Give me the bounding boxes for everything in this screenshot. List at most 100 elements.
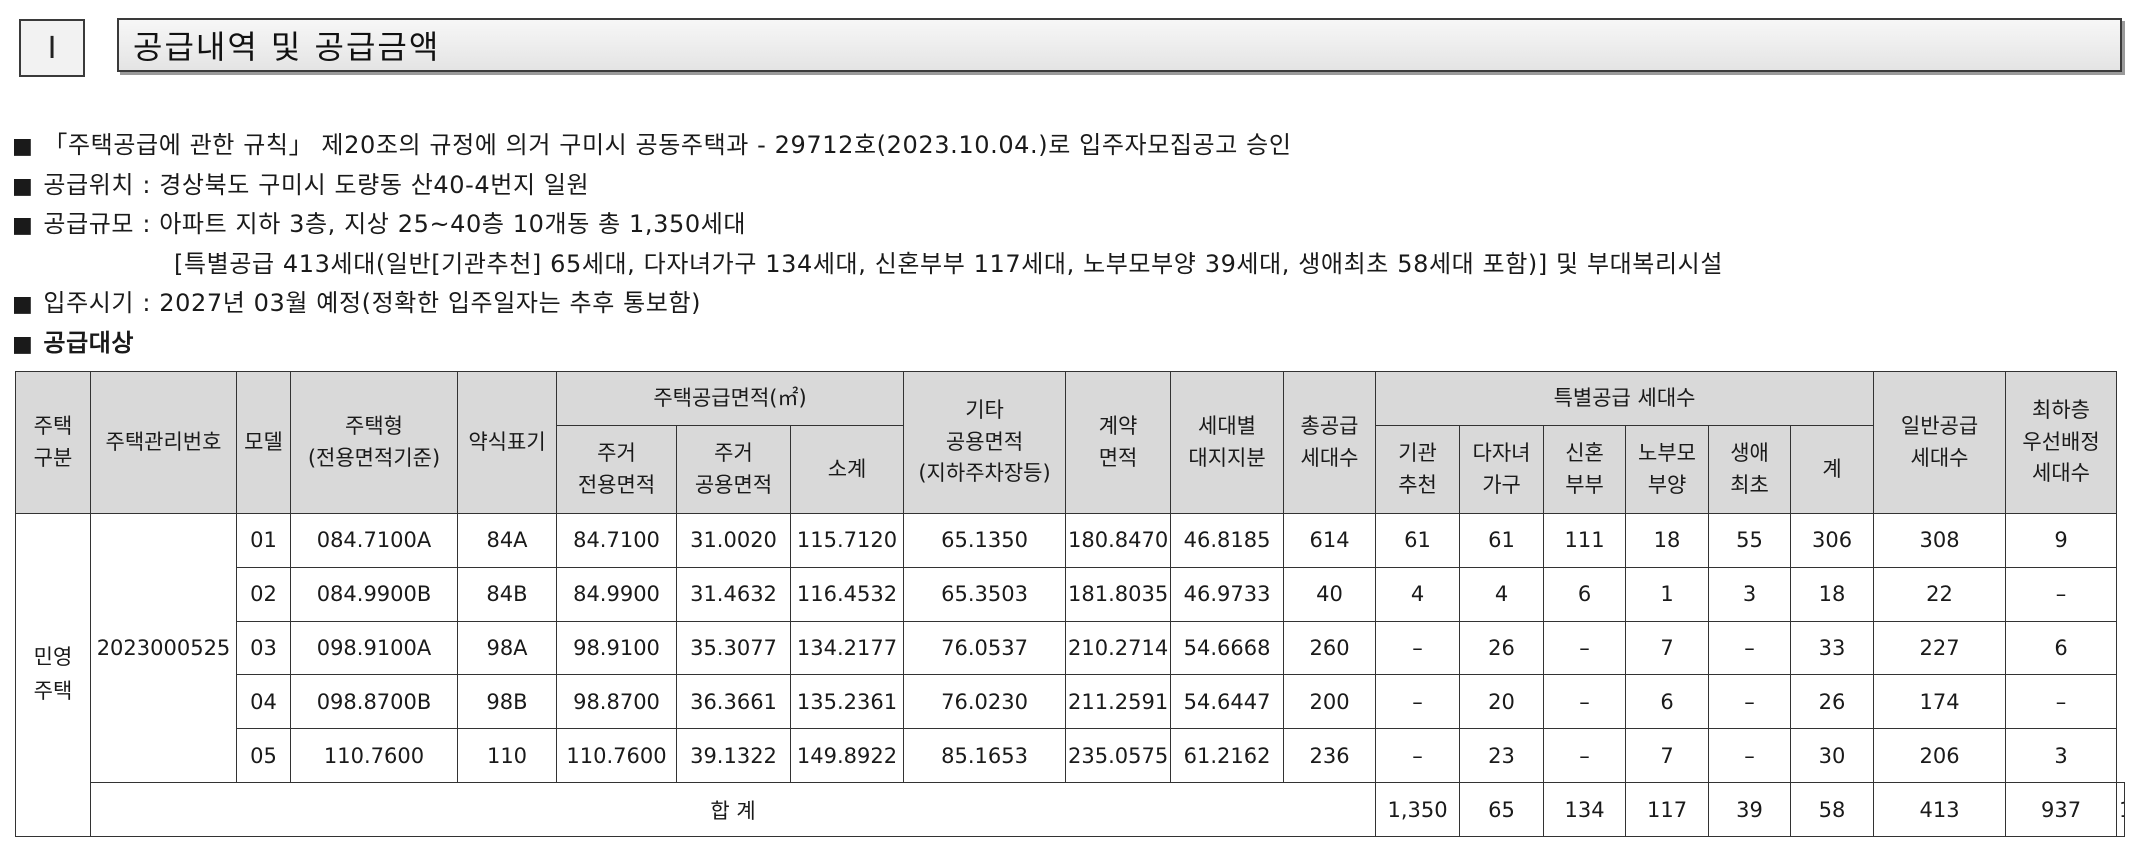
- contract-area-cell: 211.2591: [1065, 674, 1172, 730]
- exclusive-area-cell: 110.7600: [556, 728, 677, 784]
- notice-item-scale-detail: [특별공급 413세대(일반[기관추천] 65세대, 다자녀가구 134세대, …: [12, 245, 2128, 285]
- table-row: 04 098.8700B 98B 98.8700 36.3661 135.236…: [16, 674, 2125, 730]
- sp-multichild-cell: 61: [1459, 513, 1545, 568]
- header-sp-newlywed: 신혼 부부: [1543, 425, 1627, 514]
- sp-parents-sum-cell: 39: [1708, 782, 1792, 837]
- sp-newlywed-cell: 6: [1543, 566, 1627, 622]
- sp-newlywed-cell: –: [1543, 674, 1627, 730]
- header-common-area: 주거 공용면적: [676, 425, 791, 514]
- house-type-cell: 084.7100A: [290, 513, 458, 568]
- sp-multichild-cell: 20: [1459, 674, 1545, 730]
- header-other-common: 기타 공용면적 (지하주차장등): [903, 371, 1067, 514]
- section-title: 공급내역 및 공급금액: [117, 18, 2122, 72]
- sp-institution-cell: 61: [1375, 513, 1461, 568]
- short-mark-cell: 98B: [457, 674, 557, 730]
- sp-parents-cell: 7: [1625, 620, 1710, 676]
- contract-area-cell: 180.8470: [1065, 513, 1172, 568]
- exclusive-area-cell: 98.9100: [556, 620, 677, 676]
- contract-area-cell: 210.2714: [1065, 620, 1172, 676]
- total-units-cell: 614: [1283, 513, 1377, 568]
- common-area-cell: 31.4632: [676, 566, 791, 622]
- sp-total-sum-cell: 413: [1873, 782, 2007, 837]
- sp-firsttime-cell: 3: [1708, 566, 1792, 622]
- other-common-cell: 65.1350: [903, 513, 1067, 568]
- header-sp-parents: 노부모 부양: [1625, 425, 1710, 514]
- header-housing-type: 주택 구분: [15, 371, 91, 514]
- sp-parents-cell: 1: [1625, 566, 1710, 622]
- sp-institution-cell: –: [1375, 728, 1461, 784]
- notice-text: 입주시기 : 2027년 03월 예정(정확한 입주일자는 추후 통보함): [43, 289, 702, 318]
- header-contract-area: 계약 면적: [1065, 371, 1172, 514]
- lowest-floor-cell: –: [2005, 566, 2118, 622]
- land-share-cell: 54.6668: [1170, 620, 1285, 676]
- model-cell: 02: [236, 566, 291, 622]
- notice-item-approval: ■ 「주택공급에 관한 규칙」 제20조의 규정에 의거 구미시 공동주택과 - …: [12, 126, 2128, 166]
- short-mark-cell: 110: [457, 728, 557, 784]
- notice-item-location: ■ 공급위치 : 경상북도 구미시 도량동 산40-4번지 일원: [12, 166, 2128, 206]
- sp-firsttime-cell: –: [1708, 620, 1792, 676]
- short-mark-cell: 84A: [457, 513, 557, 568]
- total-label-cell: 합 계: [89, 782, 1377, 837]
- total-units-cell: 200: [1283, 674, 1377, 730]
- header-exclusive-area: 주거 전용면적: [556, 425, 677, 514]
- land-share-cell: 46.9733: [1170, 566, 1285, 622]
- header-sp-multichild: 다자녀 가구: [1459, 425, 1545, 514]
- notice-text: 공급대상: [43, 328, 135, 357]
- total-units-sum-cell: 1,350: [1375, 782, 1461, 837]
- bullet-marker: ■: [12, 292, 34, 318]
- other-common-cell: 76.0230: [903, 674, 1067, 730]
- notice-item-move-in: ■ 입주시기 : 2027년 03월 예정(정확한 입주일자는 추후 통보함): [12, 284, 2128, 324]
- general-units-cell: 308: [1873, 513, 2007, 568]
- sp-newlywed-cell: –: [1543, 728, 1627, 784]
- header-sp-institution: 기관 추천: [1375, 425, 1461, 514]
- short-mark-cell: 84B: [457, 566, 557, 622]
- notice-item-target: ■ 공급대상: [12, 324, 2128, 364]
- exclusive-area-cell: 84.9900: [556, 566, 677, 622]
- sp-firsttime-cell: 55: [1708, 513, 1792, 568]
- sp-newlywed-sum-cell: 117: [1625, 782, 1710, 837]
- section-number: Ⅰ: [19, 19, 85, 77]
- model-cell: 01: [236, 513, 291, 568]
- subtotal-cell: 135.2361: [789, 674, 905, 730]
- lowest-floor-cell: 3: [2005, 728, 2118, 784]
- sp-sum-cell: 18: [1790, 566, 1875, 622]
- header-special-supply: 특별공급 세대수: [1375, 371, 1875, 426]
- common-area-cell: 36.3661: [676, 674, 791, 730]
- sp-institution-sum-cell: 65: [1459, 782, 1545, 837]
- sp-parents-cell: 18: [1625, 513, 1710, 568]
- header-model: 모델: [236, 371, 291, 514]
- house-type-cell: 084.9900B: [290, 566, 458, 622]
- bullet-marker: ■: [12, 331, 34, 357]
- notice-text: 공급위치 : 경상북도 구미시 도량동 산40-4번지 일원: [43, 170, 590, 199]
- sp-multichild-cell: 4: [1459, 566, 1545, 622]
- land-share-cell: 46.8185: [1170, 513, 1285, 568]
- common-area-cell: 31.0020: [676, 513, 791, 568]
- contract-area-cell: 181.8035: [1065, 566, 1172, 622]
- sp-multichild-sum-cell: 134: [1543, 782, 1627, 837]
- sp-sum-cell: 26: [1790, 674, 1875, 730]
- notice-text: [특별공급 413세대(일반[기관추천] 65세대, 다자녀가구 134세대, …: [174, 249, 1724, 278]
- house-type-cell: 098.8700B: [290, 674, 458, 730]
- house-type-cell: 098.9100A: [290, 620, 458, 676]
- mgmt-number-cell: 2023000525: [90, 512, 237, 784]
- exclusive-area-cell: 84.7100: [556, 513, 677, 568]
- other-common-cell: 76.0537: [903, 620, 1067, 676]
- header-short-mark: 약식표기: [457, 371, 557, 514]
- general-units-cell: 174: [1873, 674, 2007, 730]
- sp-institution-cell: 4: [1375, 566, 1461, 622]
- subtotal-cell: 134.2177: [789, 620, 905, 676]
- subtotal-cell: 149.8922: [789, 728, 905, 784]
- header-sp-sum: 계: [1790, 425, 1875, 514]
- notice-text: 공급규모 : 아파트 지하 3층, 지상 25~40층 10개동 총 1,350…: [43, 210, 747, 239]
- lowest-floor-cell: –: [2005, 674, 2118, 730]
- header-mgmt-number: 주택관리번호: [90, 371, 237, 514]
- table-row: 02 084.9900B 84B 84.9900 31.4632 116.453…: [16, 566, 2125, 622]
- lowest-floor-sum-cell: 18: [2116, 782, 2125, 837]
- subtotal-cell: 116.4532: [789, 566, 905, 622]
- header-sp-firsttime: 생애 최초: [1708, 425, 1792, 514]
- sp-newlywed-cell: 111: [1543, 513, 1627, 568]
- common-area-cell: 35.3077: [676, 620, 791, 676]
- table-row: 05 110.7600 110 110.7600 39.1322 149.892…: [16, 728, 2125, 784]
- header-total-units: 총공급 세대수: [1283, 371, 1377, 514]
- sp-parents-cell: 6: [1625, 674, 1710, 730]
